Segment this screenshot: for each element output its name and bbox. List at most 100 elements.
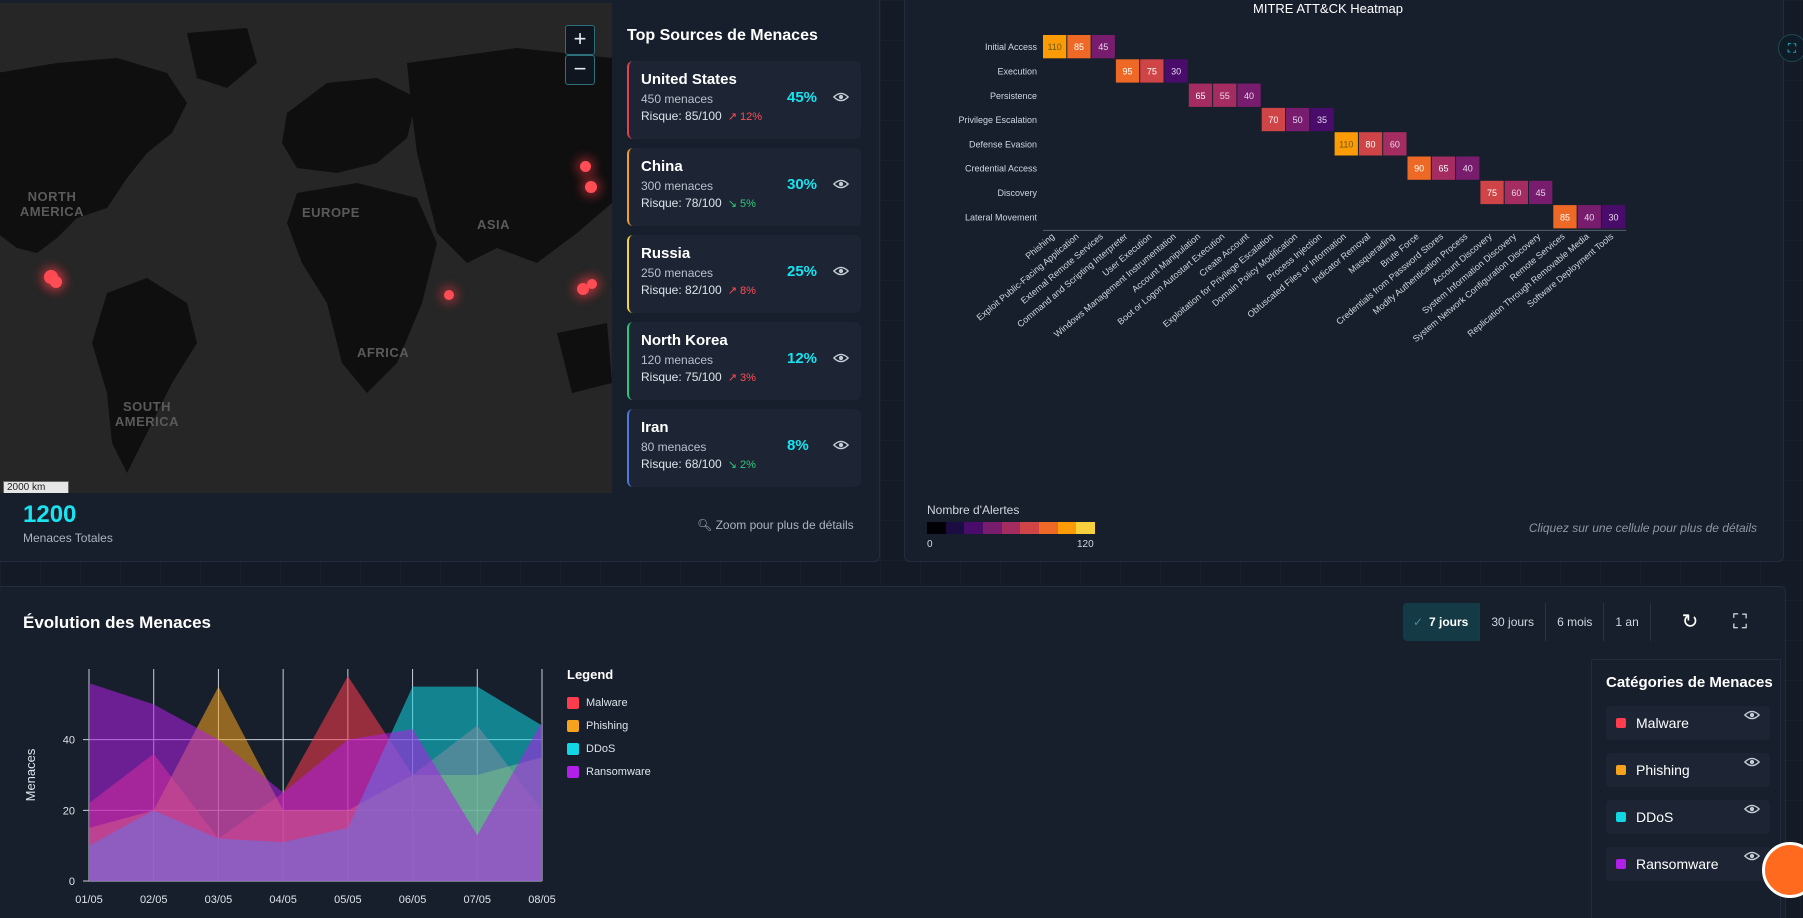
heatmap-cell-value: 90: [1414, 164, 1424, 174]
tactic-label: Persistence: [990, 91, 1037, 101]
x-tick-label: 02/05: [140, 894, 168, 906]
source-card[interactable]: North Korea 120 menaces Risque: 75/100 ↗ 3%…: [627, 322, 861, 400]
category-item[interactable]: DDoS: [1606, 800, 1770, 834]
eye-icon[interactable]: [1743, 708, 1761, 720]
heatmap-cell-value: 110: [1047, 42, 1061, 52]
eye-icon[interactable]: [832, 264, 851, 278]
source-risk-text: Risque: 78/100: [641, 196, 722, 210]
heatmap-scale-swatch: [983, 522, 1002, 534]
legend-swatch: [567, 742, 579, 755]
legend-item[interactable]: Ransomware: [567, 760, 651, 783]
source-card[interactable]: United States 450 menaces Risque: 85/100 ↗ …: [627, 61, 861, 139]
category-item[interactable]: Phishing: [1606, 753, 1770, 787]
heatmap-legend-max: 120: [1077, 539, 1094, 550]
heatmap-cell-value: 30: [1171, 66, 1181, 76]
source-percent: 30%: [787, 176, 818, 193]
evolution-title: Évolution des Menaces: [23, 613, 211, 632]
fullscreen-icon[interactable]: ⛶: [1727, 609, 1753, 635]
threat-marker-north-korea[interactable]: [587, 279, 597, 289]
zoom-in-button[interactable]: +: [565, 25, 595, 55]
legend-label: DDoS: [586, 742, 616, 755]
heatmap-cell-value: 40: [1584, 212, 1594, 222]
source-count: 250 menaces: [641, 266, 714, 280]
eye-icon[interactable]: [1743, 802, 1761, 814]
legend-item[interactable]: Phishing: [567, 714, 651, 737]
heatmap-scale-swatch: [1057, 522, 1077, 534]
eye-icon[interactable]: [1743, 849, 1761, 861]
eye-icon[interactable]: [1743, 755, 1761, 767]
zoom-out-button[interactable]: −: [565, 55, 595, 85]
source-percent: 12%: [787, 350, 818, 367]
landmass-north-america: [0, 58, 187, 253]
zoom-hint: 🔍︎ Zoom pour plus de détails: [697, 518, 854, 532]
y-axis-label: Menaces: [23, 748, 38, 801]
legend-item[interactable]: DDoS: [567, 737, 651, 760]
period-30-days-button[interactable]: 30 jours: [1480, 603, 1547, 641]
tactic-label: Credential Access: [965, 164, 1038, 174]
source-country: North Korea: [641, 332, 728, 349]
source-card[interactable]: Russia 250 menaces Risque: 82/100 ↗ 8% 25%: [627, 235, 861, 313]
threat-categories-panel: Catégories de Menaces Malware Phishing DDo…: [1591, 659, 1781, 918]
category-item[interactable]: Ransomware: [1606, 847, 1770, 881]
heatmap-cell-value: 40: [1463, 164, 1473, 174]
world-map[interactable]: NORTH AMERICA EUROPE ASIA AFRICA SOUTH A…: [0, 3, 612, 493]
x-tick-label: 05/05: [334, 894, 362, 906]
landmass-greenland: [187, 28, 257, 88]
period-7-days-button[interactable]: 7 jours: [1403, 603, 1481, 641]
eye-icon[interactable]: [832, 438, 851, 452]
zoom-hint-text: Zoom pour plus de détails: [715, 518, 854, 532]
threat-marker-russia[interactable]: [580, 161, 591, 172]
category-swatch: [1616, 765, 1626, 775]
threat-marker-us-2[interactable]: [50, 276, 62, 288]
heatmap-cell-value: 55: [1220, 91, 1230, 101]
trend-up-icon: ↗ 3%: [727, 372, 756, 384]
period-selector: 7 jours 30 jours 6 mois 1 an: [1403, 603, 1651, 641]
landmass-oceania: [557, 323, 612, 393]
heatmap-scale-swatch: [1076, 522, 1096, 534]
refresh-icon[interactable]: ↻: [1677, 609, 1703, 635]
trend-up-icon: ↗ 12%: [727, 111, 763, 123]
y-tick-label: 20: [63, 805, 75, 817]
threat-map-panel: NORTH AMERICA EUROPE ASIA AFRICA SOUTH A…: [0, 0, 880, 562]
eye-icon[interactable]: [832, 177, 851, 191]
period-1-year-button[interactable]: 1 an: [1604, 603, 1651, 641]
continents: [0, 28, 612, 473]
fullscreen-corner-button[interactable]: ⛶: [1778, 34, 1803, 62]
legend-label: Malware: [586, 696, 628, 709]
heatmap-color-scale: [927, 522, 1096, 534]
heatmap-legend-min: 0: [927, 539, 933, 550]
threat-marker-iran[interactable]: [444, 290, 454, 300]
total-threats-label: Menaces Totales: [23, 531, 113, 545]
legend-item[interactable]: Malware: [567, 691, 651, 714]
heatmap-cell-value: 45: [1536, 188, 1546, 198]
legend-swatch: [567, 719, 579, 732]
map-label-europe: EUROPE: [302, 205, 360, 220]
eye-icon[interactable]: [832, 351, 851, 365]
heatmap-cell-value: 85: [1074, 42, 1084, 52]
x-tick-label: 07/05: [464, 894, 492, 906]
technique-label: Exploit Public-Facing Application: [975, 231, 1081, 322]
source-count: 450 menaces: [641, 92, 714, 106]
legend-swatch: [567, 696, 579, 709]
categories-title: Catégories de Menaces: [1606, 674, 1773, 691]
threat-evolution-chart: 01/05 02/05 03/05 04/05 05/05 06/05 07/05 08/05…: [23, 669, 556, 906]
source-card[interactable]: Iran 80 menaces Risque: 68/100 ↘ 2% 8%: [627, 409, 861, 487]
period-6-months-button[interactable]: 6 mois: [1546, 603, 1605, 641]
source-risk-text: Risque: 85/100: [641, 109, 722, 123]
eye-icon[interactable]: [832, 90, 851, 104]
source-country: Iran: [641, 419, 669, 436]
source-card[interactable]: China 300 menaces Risque: 78/100 ↘ 5% 30%: [627, 148, 861, 226]
top-sources-list: Top Sources de Menaces United States 450 …: [619, 3, 877, 493]
source-trend-value: 8%: [740, 285, 756, 297]
heatmap-scale-swatch: [945, 522, 965, 534]
heatmap-cell-value: 60: [1511, 188, 1521, 198]
legend-swatch: [567, 765, 579, 778]
source-percent: 25%: [787, 263, 818, 280]
category-label: Malware: [1636, 715, 1689, 731]
category-item[interactable]: Malware: [1606, 706, 1770, 740]
heatmap-cell-value: 85: [1560, 212, 1570, 222]
threat-evolution-panel: Évolution des Menaces 7 jours 30 jours 6…: [0, 586, 1786, 918]
threat-marker-russia-2[interactable]: [585, 181, 597, 193]
tactic-label: Lateral Movement: [965, 212, 1038, 222]
heatmap-cell-value: 75: [1147, 66, 1157, 76]
